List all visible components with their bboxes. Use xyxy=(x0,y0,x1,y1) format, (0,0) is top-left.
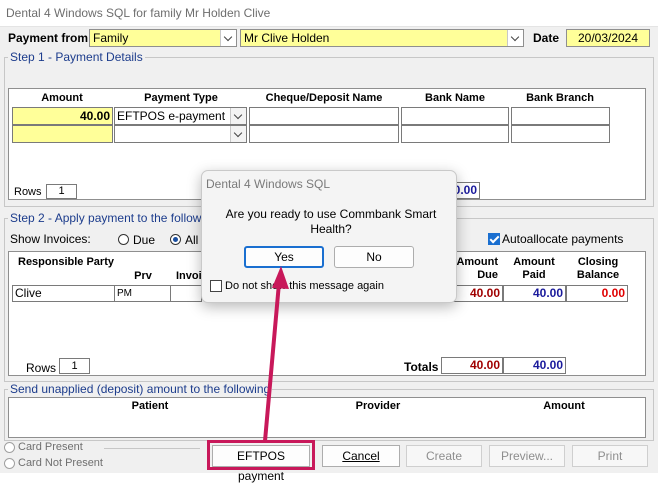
arrow-head xyxy=(272,266,289,289)
arrow-shaft xyxy=(263,282,281,442)
annotation-arrow xyxy=(263,266,289,442)
